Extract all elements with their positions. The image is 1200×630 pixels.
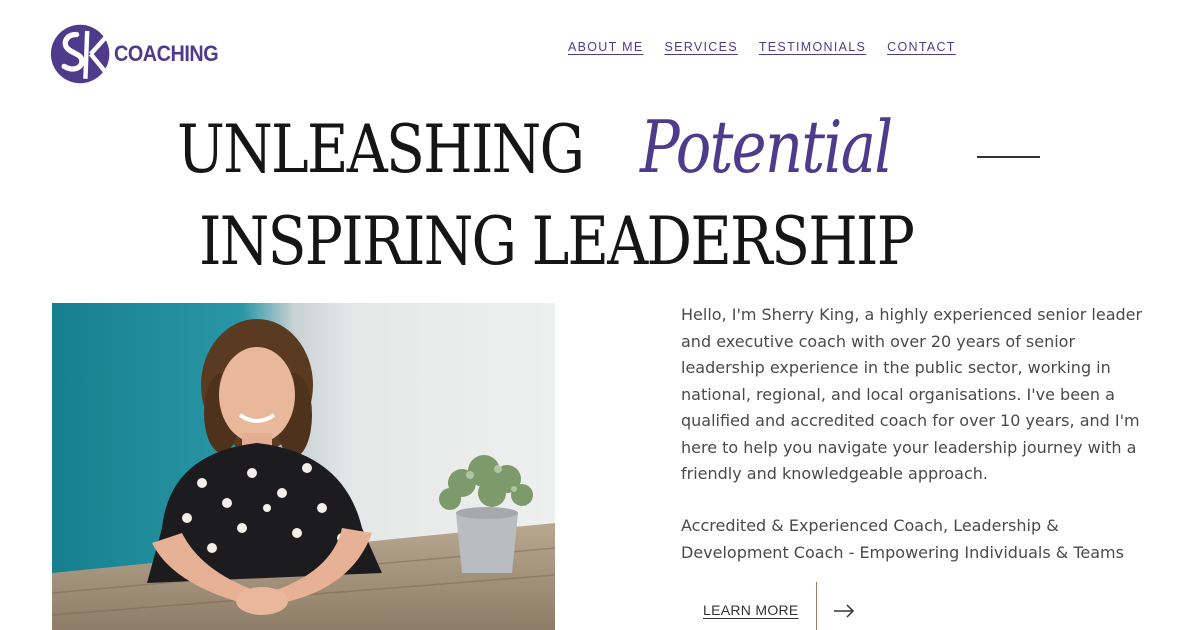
nav-contact[interactable]: CONTACT	[887, 40, 956, 54]
nav-services[interactable]: SERVICES	[664, 40, 737, 54]
learn-more-link[interactable]: LEARN MORE	[703, 602, 799, 618]
portrait-illustration	[52, 303, 555, 630]
site-logo[interactable]: COACHING	[50, 20, 230, 88]
nav-about-me[interactable]: ABOUT ME	[568, 40, 643, 54]
main-nav: ABOUT ME SERVICES TESTIMONIALS CONTACT	[568, 40, 956, 54]
hero-headline-line2: INSPIRING LEADERSHIP	[199, 203, 915, 280]
sk-logo-icon	[50, 24, 110, 84]
bio-tagline: Accredited & Experienced Coach, Leadersh…	[681, 516, 1124, 562]
hero-dash-divider	[977, 156, 1040, 158]
bio-paragraph: Hello, I'm Sherry King, a highly experie…	[681, 305, 1143, 483]
arrow-right-icon[interactable]	[832, 601, 856, 621]
cta-divider	[816, 582, 817, 630]
hero-accent-word: Potential	[640, 105, 893, 189]
hero-line1-text: UNLEASHING	[177, 111, 585, 188]
nav-testimonials[interactable]: TESTIMONIALS	[759, 40, 866, 54]
hero-headline-line1: UNLEASHING	[177, 108, 649, 192]
coach-portrait-photo	[52, 303, 555, 630]
brand-name: COACHING	[114, 41, 219, 66]
